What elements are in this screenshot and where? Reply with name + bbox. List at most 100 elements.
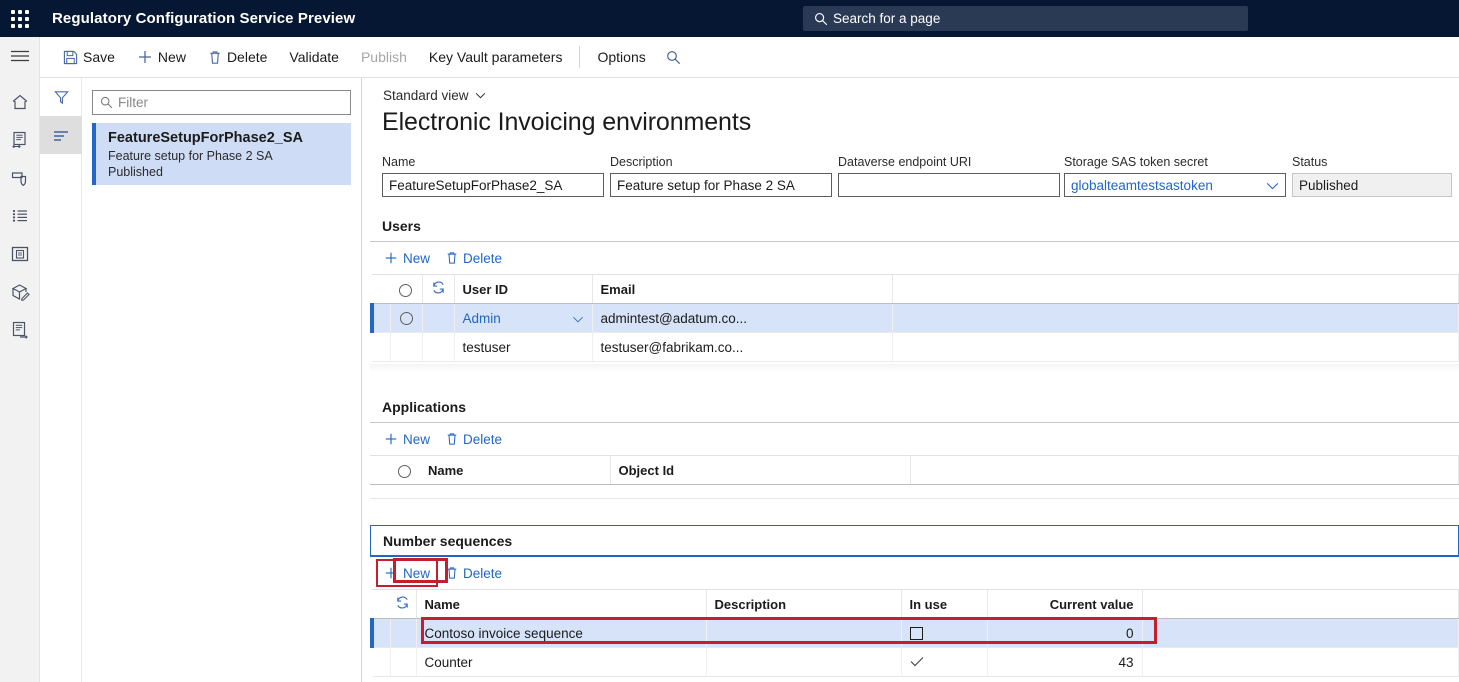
cell-ns-description[interactable] [706,618,902,648]
list-lines-icon[interactable] [40,116,82,154]
plus-icon [384,566,398,580]
applications-col-object-id[interactable]: Object Id [610,455,911,485]
delete-button-label: Delete [226,49,268,65]
row-selection-indicator [370,618,391,648]
storage-sas-token-secret-lookup[interactable]: globalteamtestsastoken [1064,173,1286,197]
table-row[interactable]: Admin admintest@adatum.co... [370,303,1459,333]
delete-button[interactable]: Delete [197,37,278,78]
applications-new-button[interactable]: New [376,426,438,452]
ns-col-name[interactable]: Name [416,589,707,619]
hamburger-menu-icon[interactable] [0,37,40,75]
cell-email[interactable]: testuser@fabrikam.co... [592,332,893,362]
applications-col-name[interactable]: Name [420,455,611,485]
main-form-area: Standard view Electronic Invoicing envir… [362,78,1459,682]
package-edit-icon[interactable] [0,273,40,311]
cell-ns-current-value[interactable]: 43 [987,647,1143,677]
ns-col-current-value[interactable]: Current value [987,589,1143,619]
number-sequences-refresh-button[interactable] [390,589,417,619]
dataverse-endpoint-uri-input[interactable] [838,173,1060,197]
section-users-title: Users [382,217,421,234]
radio-circle-icon [399,312,413,326]
command-bar-divider [579,46,581,68]
chevron-down-icon [572,311,584,326]
left-icon-rail [0,37,40,682]
chevron-down-icon [1266,178,1279,193]
users-delete-button[interactable]: Delete [438,245,510,271]
report-box-icon[interactable] [0,235,40,273]
cell-ns-in-use[interactable] [901,618,988,648]
list-item-title: FeatureSetupForPhase2_SA [108,130,304,146]
field-name-label: Name [382,155,416,169]
command-bar-search-icon[interactable] [657,37,691,78]
number-sequences-delete-button[interactable]: Delete [438,560,510,586]
new-button[interactable]: New [126,37,197,78]
cell-ns-current-value[interactable]: 0 [987,618,1143,648]
document-export-icon[interactable] [0,311,40,349]
table-row[interactable]: Counter 43 [372,647,1459,677]
publish-button: Publish [350,37,418,78]
field-status-label: Status [1292,155,1328,169]
cell-user-id[interactable]: Admin [454,303,593,333]
home-icon[interactable] [0,83,40,121]
filter-input[interactable]: Filter [92,90,351,115]
global-search-box[interactable]: Search for a page [803,6,1248,31]
users-grid: User ID Email Admin admintest@adatum.co.… [370,274,1459,362]
name-input[interactable]: FeatureSetupForPhase2_SA [382,173,604,197]
cell-email[interactable]: admintest@adatum.co... [592,303,893,333]
number-sequences-grid: Name Description In use Current value Co… [370,589,1459,677]
number-sequences-new-button[interactable]: New [376,559,439,587]
users-col-email[interactable]: Email [592,274,893,304]
search-icon [100,96,113,109]
shield-tag-icon[interactable] [0,159,40,197]
validate-button[interactable]: Validate [278,37,350,78]
save-button[interactable]: Save [52,37,126,78]
field-status: Status Published [1292,155,1452,197]
users-new-button[interactable]: New [376,245,438,271]
list-item[interactable]: FeatureSetupForPhase2_SA Feature setup f… [92,123,351,185]
cell-ns-in-use[interactable] [901,647,988,677]
form-field-row: Name FeatureSetupForPhase2_SA Descriptio… [362,155,1459,205]
cell-ns-description[interactable] [706,647,902,677]
cell-user-id[interactable]: testuser [454,332,593,362]
section-users-header[interactable]: Users [370,210,1459,242]
filter-input-placeholder: Filter [118,95,148,110]
cell-filler [892,332,1459,362]
checkbox-empty-icon [909,627,923,641]
checkmark-icon [910,655,924,670]
section-divider [370,364,1459,372]
cell-ns-name[interactable]: Counter [416,647,707,677]
table-row[interactable]: testuser testuser@fabrikam.co... [372,332,1459,362]
list-pane: Filter FeatureSetupForPhase2_SA Feature … [40,78,362,682]
cell-filler [892,303,1459,333]
document-exchange-icon[interactable] [0,121,40,159]
field-name: Name FeatureSetupForPhase2_SA [382,155,604,197]
section-number-sequences-toolbar: New Delete [370,557,1459,589]
ns-col-description[interactable]: Description [706,589,902,619]
ns-col-in-use[interactable]: In use [901,589,988,619]
row-select-radio[interactable] [390,332,423,362]
users-refresh-button[interactable] [422,274,455,304]
users-col-user-id[interactable]: User ID [454,274,593,304]
description-input[interactable]: Feature setup for Phase 2 SA [610,173,832,197]
section-applications-header[interactable]: Applications [370,391,1459,423]
cell-ns-name[interactable]: Contoso invoice sequence [416,618,707,648]
applications-select-all-radio[interactable] [388,455,420,485]
top-navigation-bar: Regulatory Configuration Service Preview… [0,0,1459,37]
table-row[interactable]: Contoso invoice sequence 0 [370,618,1459,648]
applications-delete-label: Delete [463,431,503,447]
users-select-all-radio[interactable] [390,274,423,304]
plus-icon [384,251,398,265]
key-vault-parameters-button[interactable]: Key Vault parameters [418,37,574,78]
options-button[interactable]: Options [586,37,656,78]
section-number-sequences-header[interactable]: Number sequences [370,525,1459,557]
applications-delete-button[interactable]: Delete [438,426,510,452]
row-selection-indicator [372,332,391,362]
view-selector[interactable]: Standard view [383,88,486,103]
row-select-radio[interactable] [390,303,423,333]
view-selector-label: Standard view [383,88,469,103]
checklist-icon[interactable] [0,197,40,235]
section-applications-toolbar: New Delete [370,423,1459,455]
waffle-grid-icon[interactable] [0,0,40,37]
save-icon [63,50,78,65]
filter-funnel-icon[interactable] [40,78,82,116]
